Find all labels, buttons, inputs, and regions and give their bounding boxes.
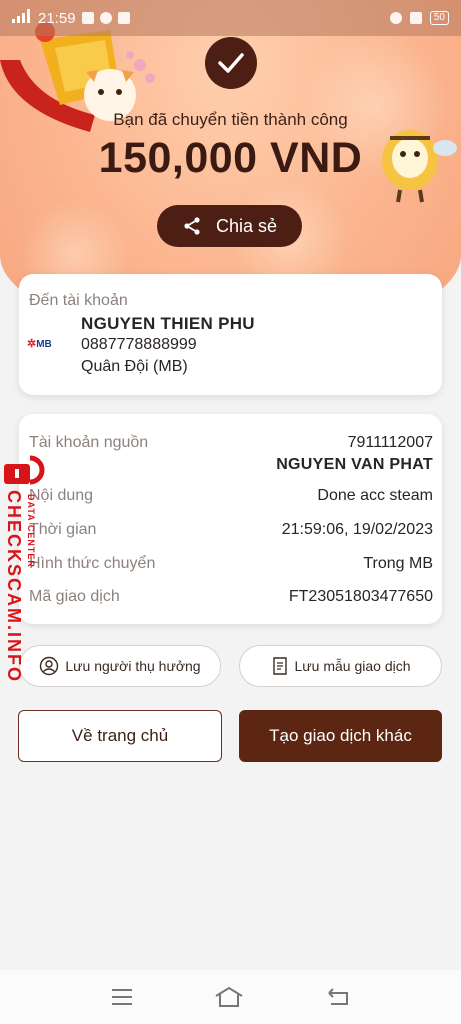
mb-bank-logo: ✲MB: [27, 338, 52, 350]
detail-value: 21:59:06, 19/02/2023: [281, 521, 433, 538]
recipient-card: Đến tài khoản ✲MB NGUYEN THIEN PHU 08877…: [19, 274, 442, 395]
system-navigation-bar: [0, 970, 461, 1024]
signal-icon: [12, 9, 32, 27]
status-time: 21:59: [38, 9, 76, 27]
home-button[interactable]: Về trang chủ: [18, 710, 222, 762]
recipient-label: Đến tài khoản: [29, 292, 128, 309]
back-icon[interactable]: [325, 987, 351, 1007]
save-beneficiary-label: Lưu người thụ hưởng: [65, 658, 201, 674]
new-transaction-button[interactable]: Tạo giao dịch khác: [239, 710, 442, 762]
receipt-icon: [272, 657, 287, 675]
share-label: Chia sẻ: [215, 215, 278, 236]
lock-icon: [4, 455, 45, 485]
vibrate-icon: [409, 12, 422, 24]
messenger-icon: [99, 12, 112, 24]
battery-icon: 50: [429, 11, 449, 25]
detail-value: FT23051803477650: [288, 588, 433, 605]
detail-value: Done acc steam: [317, 487, 433, 504]
detail-key: Hình thức chuyển: [29, 555, 156, 572]
recipient-name: NGUYEN THIEN PHU: [81, 314, 255, 333]
transaction-details-card: Tài khoản nguồn 7911112007 NGUYEN VAN PH…: [19, 414, 442, 624]
check-icon: [218, 53, 244, 73]
menu-icon[interactable]: [110, 988, 134, 1006]
save-template-label: Lưu mẫu giao dịch: [294, 658, 411, 674]
success-message: Bạn đã chuyển tiền thành công: [113, 110, 348, 129]
transfer-amount: 150,000 VND: [98, 134, 363, 182]
detail-value-name: NGUYEN VAN PHAT: [276, 456, 433, 473]
recipient-bank: Quân Đội (MB): [81, 358, 188, 375]
save-beneficiary-button[interactable]: Lưu người thụ hưởng: [19, 645, 221, 687]
checkscam-watermark: CHECKSCAM.INFO DATA CENTER: [0, 450, 46, 683]
alarm-icon: [389, 12, 402, 24]
share-button[interactable]: Chia sẻ: [157, 205, 302, 247]
save-template-button[interactable]: Lưu mẫu giao dịch: [239, 645, 442, 687]
detail-value: Trong MB: [363, 555, 433, 572]
notification-icon: [81, 12, 94, 24]
recipient-account: 0887778888999: [81, 336, 197, 353]
watermark-subtext: DATA CENTER: [26, 494, 36, 568]
facebook-icon: [117, 12, 130, 24]
success-check-badge: [205, 37, 257, 89]
status-bar: 21:59 50: [0, 0, 461, 36]
detail-value: 7911112007: [347, 434, 433, 451]
share-icon: [184, 217, 200, 235]
home-icon[interactable]: [214, 986, 244, 1008]
watermark-text: CHECKSCAM.INFO: [4, 490, 24, 683]
detail-key: Tài khoản nguồn: [29, 434, 149, 451]
